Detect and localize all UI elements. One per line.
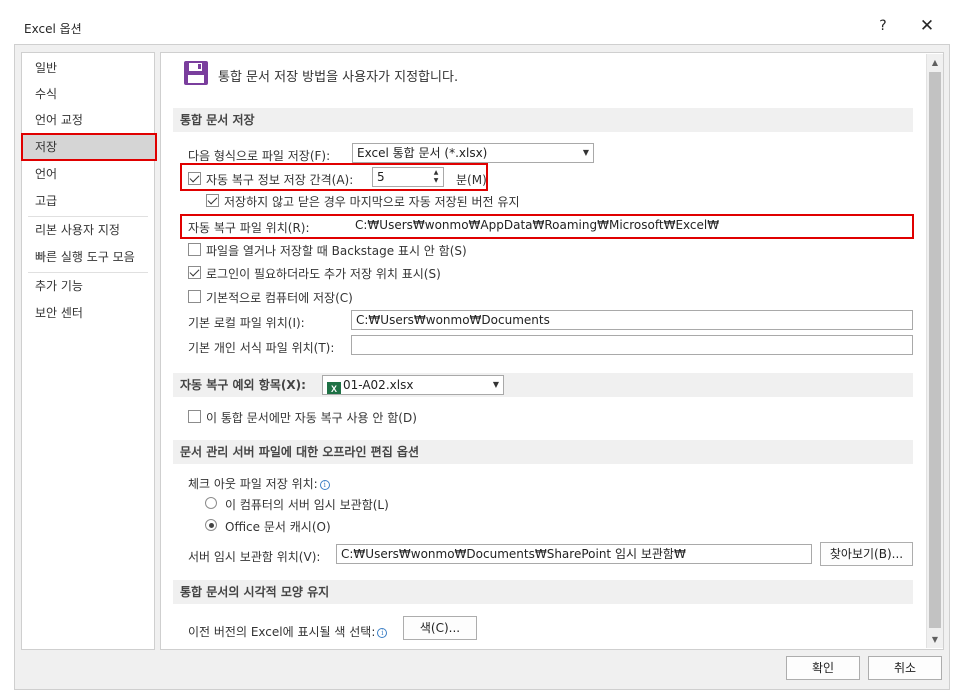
sidebar-item-general[interactable]: 일반 — [22, 55, 154, 81]
colors-label-text: 이전 버전의 Excel에 표시될 색 선택: — [188, 625, 376, 639]
save-format-value: Excel 통합 문서 (*.xlsx) — [357, 146, 488, 160]
ok-button[interactable]: 확인 — [786, 656, 860, 680]
spinner-arrows-icon[interactable]: ▲ ▼ — [431, 169, 441, 185]
sidebar-item-save[interactable]: 저장 — [21, 133, 157, 161]
server-drafts-location-input[interactable]: C:₩Users₩wonmo₩Documents₩SharePoint 임시 보… — [336, 544, 812, 564]
chevron-down-icon: ▼ — [492, 380, 499, 389]
help-button[interactable]: ? — [877, 18, 889, 34]
checkout-location-label: 체크 아웃 파일 저장 위치: i — [188, 475, 330, 492]
scrollbar-thumb[interactable] — [929, 72, 941, 628]
cancel-button[interactable]: 취소 — [868, 656, 942, 680]
autorecover-checkbox[interactable] — [188, 172, 201, 185]
backstage-label: 파일을 열거나 저장할 때 Backstage 표시 안 함(S) — [206, 244, 467, 258]
autorecover-minutes-value: 5 — [377, 170, 385, 184]
scroll-down-icon[interactable]: ▼ — [927, 631, 943, 648]
section-offline-editing: 문서 관리 서버 파일에 대한 오프라인 편집 옵션 — [173, 440, 913, 464]
autorecover-minutes-spinner[interactable]: 5 ▲ ▼ — [372, 167, 444, 187]
sidebar-item-advanced[interactable]: 고급 — [22, 188, 154, 214]
sidebar-item-language[interactable]: 언어 — [22, 161, 154, 187]
sidebar-item-formulas[interactable]: 수식 — [22, 81, 154, 107]
office-cache-option-label: Office 문서 캐시(O) — [225, 520, 331, 534]
radio-server-drafts[interactable] — [205, 497, 217, 509]
page-description: 통합 문서 저장 방법을 사용자가 지정합니다. — [218, 70, 459, 85]
show-additional-places-checkbox[interactable] — [188, 266, 201, 279]
backstage-checkbox[interactable] — [188, 243, 201, 256]
settings-scrollbar[interactable]: ▲ ▼ — [926, 54, 943, 648]
keep-last-version-checkbox[interactable] — [206, 194, 219, 207]
colors-button[interactable]: 색(C)... — [403, 616, 477, 640]
window-title: Excel 옵션 — [24, 22, 82, 36]
sidebar-item-proofing[interactable]: 언어 교정 — [22, 107, 154, 133]
personal-templates-input[interactable] — [351, 335, 913, 355]
save-format-label: 다음 형식으로 파일 저장(F): — [188, 149, 331, 163]
sidebar-item-trust-center[interactable]: 보안 센터 — [22, 300, 154, 326]
minutes-unit-label: 분(M) — [456, 173, 487, 187]
save-format-dropdown[interactable]: Excel 통합 문서 (*.xlsx) ▼ — [352, 143, 594, 163]
local-file-location-input[interactable]: C:₩Users₩wonmo₩Documents — [351, 310, 913, 330]
autorecover-label: 자동 복구 정보 저장 간격(A): — [206, 173, 354, 187]
local-file-location-value: C:₩Users₩wonmo₩Documents — [356, 313, 550, 327]
sidebar-item-quick-access-toolbar[interactable]: 빠른 실행 도구 모음 — [22, 244, 154, 270]
sidebar-item-add-ins[interactable]: 추가 기능 — [22, 273, 154, 299]
show-additional-places-label: 로그인이 필요하더라도 추가 저장 위치 표시(S) — [206, 267, 441, 281]
save-to-computer-checkbox[interactable] — [188, 290, 201, 303]
checkout-location-text: 체크 아웃 파일 저장 위치: — [188, 477, 318, 491]
section-autorecover-exceptions: 자동 복구 예외 항목(X): — [173, 373, 913, 397]
autorecover-location-input[interactable]: C:₩Users₩wonmo₩AppData₩Roaming₩Microsoft… — [350, 215, 912, 235]
autorecover-location-value: C:₩Users₩wonmo₩AppData₩Roaming₩Microsoft… — [355, 218, 720, 232]
server-drafts-option-label: 이 컴퓨터의 서버 임시 보관함(L) — [225, 498, 389, 512]
autorecover-exceptions-label: 자동 복구 예외 항목(X): — [180, 378, 306, 392]
info-icon: i — [377, 628, 388, 638]
exception-workbook-dropdown[interactable]: X 01-A02.xlsx ▼ — [322, 375, 504, 395]
close-button[interactable]: ✕ — [918, 16, 936, 36]
save-icon — [184, 61, 208, 85]
info-icon: i — [319, 480, 330, 490]
excel-file-icon: X — [327, 382, 341, 394]
exception-workbook-value: 01-A02.xlsx — [343, 378, 414, 392]
chevron-down-icon: ▼ — [582, 148, 589, 157]
sidebar-item-customize-ribbon[interactable]: 리본 사용자 지정 — [22, 217, 154, 243]
browse-button[interactable]: 찾아보기(B)... — [820, 542, 913, 566]
section-save-workbooks: 통합 문서 저장 — [173, 108, 913, 132]
keep-last-version-label: 저장하지 않고 닫은 경우 마지막으로 자동 저장된 버전 유지 — [224, 195, 520, 209]
autorecover-location-label: 자동 복구 파일 위치(R): — [188, 221, 310, 235]
section-visual-appearance: 통합 문서의 시각적 모양 유지 — [173, 580, 913, 604]
server-drafts-location-value: C:₩Users₩wonmo₩Documents₩SharePoint 임시 보… — [341, 547, 686, 561]
category-sidebar: 일반 수식 언어 교정 저장 언어 고급 리본 사용자 지정 빠른 실행 도구 … — [21, 52, 157, 650]
scroll-up-icon[interactable]: ▲ — [927, 54, 943, 71]
save-to-computer-label: 기본적으로 컴퓨터에 저장(C) — [206, 291, 353, 305]
colors-label: 이전 버전의 Excel에 표시될 색 선택: i — [188, 623, 388, 640]
disable-autorecover-label: 이 통합 문서에만 자동 복구 사용 안 함(D) — [206, 411, 417, 425]
disable-autorecover-checkbox[interactable] — [188, 410, 201, 423]
title-bar: Excel 옵션 ? ✕ — [0, 0, 957, 44]
server-drafts-location-label: 서버 임시 보관함 위치(V): — [188, 550, 321, 564]
radio-office-cache[interactable] — [205, 519, 217, 531]
personal-templates-label: 기본 개인 서식 파일 위치(T): — [188, 341, 335, 355]
local-file-location-label: 기본 로컬 파일 위치(I): — [188, 316, 305, 330]
